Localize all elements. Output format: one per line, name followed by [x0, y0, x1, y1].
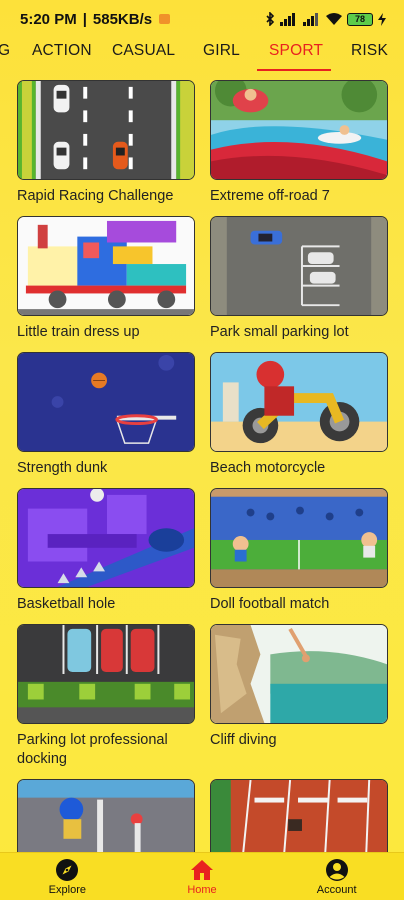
bluetooth-icon [266, 12, 275, 26]
game-title: Parking lot professional docking [17, 732, 168, 767]
status-speed: 585KB/s [92, 10, 153, 28]
game-title: Beach motorcycle [210, 460, 326, 476]
game-title: Rapid Racing Challenge [17, 188, 174, 204]
game-card[interactable]: Strength dunk [17, 352, 195, 478]
status-time: 5:20 PM [20, 10, 77, 28]
notification-icon [159, 14, 171, 24]
status-left: 5:20 PM | 585KB/s [20, 10, 171, 28]
status-separator: | [82, 10, 87, 28]
nav-home[interactable]: Home [147, 858, 257, 896]
motorcycle-thumbnail [210, 352, 388, 452]
game-card[interactable]: Extreme off-road 7 [210, 80, 388, 206]
home-icon [190, 859, 213, 880]
game-card[interactable]: Park small parking lot [210, 216, 388, 342]
game-card[interactable]: Little train dress up [17, 216, 195, 342]
category-tabs: G ACTION CASUAL GIRL SPORT RISK [0, 38, 404, 72]
tab-sport[interactable]: SPORT [269, 42, 323, 60]
game-title: Cliff diving [210, 732, 277, 748]
nav-account[interactable]: Account [282, 858, 392, 896]
docking-thumbnail [17, 624, 195, 724]
wifi-icon [326, 12, 342, 25]
charging-icon [378, 12, 386, 26]
cliff-diving-thumbnail [210, 624, 388, 724]
signal-icon [280, 12, 295, 26]
offroad-thumbnail [210, 80, 388, 180]
signal-2-icon [303, 12, 318, 26]
train-thumbnail [17, 216, 195, 316]
game-card[interactable]: Doll football match [210, 488, 388, 614]
tab-risk[interactable]: RISK [351, 42, 388, 60]
status-right: 78 [266, 12, 386, 26]
nav-label: Home [187, 883, 217, 896]
nav-label: Account [316, 883, 357, 896]
parking-thumbnail [210, 216, 388, 316]
game-title: Strength dunk [17, 460, 108, 476]
game-title: Park small parking lot [210, 324, 349, 340]
dunk-thumbnail [17, 352, 195, 452]
moto-boy-thumbnail [17, 779, 195, 852]
racing-thumbnail [17, 80, 195, 180]
game-card[interactable]: Beach motorcycle [210, 352, 388, 478]
nav-label: Explore [48, 883, 86, 896]
game-card[interactable] [17, 779, 195, 852]
status-bar: 5:20 PM | 585KB/s 78 [0, 0, 404, 38]
tab-girl[interactable]: GIRL [203, 42, 240, 60]
hurdles-thumbnail [210, 779, 388, 852]
game-card[interactable]: Parking lot professional docking [17, 624, 195, 769]
game-card[interactable]: Rapid Racing Challenge [17, 80, 195, 206]
game-title: Extreme off-road 7 [210, 188, 330, 204]
bottom-navigation: Explore Home Account [0, 852, 404, 900]
game-card[interactable]: Cliff diving [210, 624, 388, 750]
tab-casual[interactable]: CASUAL [112, 42, 175, 60]
tab-action[interactable]: ACTION [32, 42, 92, 60]
game-card[interactable]: Basketball hole [17, 488, 195, 614]
tab-g[interactable]: G [0, 42, 10, 60]
battery-icon: 78 [347, 12, 373, 26]
game-title: Basketball hole [17, 596, 116, 612]
active-tab-indicator [257, 69, 331, 71]
compass-icon [56, 858, 79, 881]
games-grid: Rapid Racing Challenge Extreme off-road … [0, 72, 404, 852]
football-thumbnail [210, 488, 388, 588]
nav-explore[interactable]: Explore [12, 858, 122, 896]
account-icon [325, 858, 348, 881]
basketball-hole-thumbnail [17, 488, 195, 588]
game-title: Doll football match [210, 596, 330, 612]
game-title: Little train dress up [17, 324, 140, 340]
game-card[interactable] [210, 779, 388, 852]
